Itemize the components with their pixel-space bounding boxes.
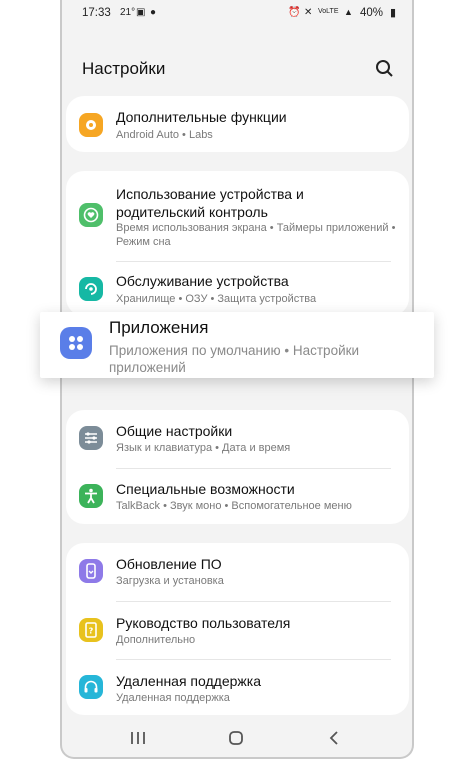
settings-item-title: Удаленная поддержка xyxy=(116,673,261,689)
settings-item-subtitle: Хранилище • ОЗУ • Защита устройства xyxy=(116,293,317,305)
svg-text:?: ? xyxy=(89,627,94,636)
settings-item-title: Руководство пользователя xyxy=(116,615,291,631)
manual-icon: ? xyxy=(79,618,103,642)
divider xyxy=(116,468,391,469)
settings-item-subtitle: Язык и клавиатура • Дата и время xyxy=(116,442,291,454)
volte-icon: VoLTE xyxy=(318,8,339,15)
settings-item-device-care[interactable]: Обслуживание устройства Хранилище • ОЗУ … xyxy=(66,263,409,313)
settings-item-title: Приложения xyxy=(109,318,209,337)
alarm-icon: ⏰ xyxy=(288,7,301,18)
settings-item-subtitle: Время использования экрана • Таймеры при… xyxy=(116,222,396,248)
settings-group-3: Общие настройки Язык и клавиатура • Дата… xyxy=(66,410,409,524)
divider xyxy=(116,261,391,262)
settings-item-subtitle: Загрузка и установка xyxy=(116,575,224,587)
sliders-icon xyxy=(79,426,103,450)
status-battery: 40% xyxy=(360,7,384,19)
status-temperature: 21° xyxy=(120,7,136,18)
status-bar: 17:33 21° ▣ ● ⏰ ✕ VoLTE ▲ 40% ▮ xyxy=(82,6,412,22)
settings-item-title: Использование устройства и родительский … xyxy=(116,186,304,220)
settings-item-title: Обслуживание устройства xyxy=(116,273,289,289)
settings-group-4: Обновление ПО Загрузка и установка ? Рук… xyxy=(66,543,409,715)
settings-group-1: Дополнительные функции Android Auto • La… xyxy=(66,96,409,152)
heart-circle-icon xyxy=(79,203,103,227)
photo-icon: ▣ xyxy=(136,7,146,18)
settings-item-software-update[interactable]: Обновление ПО Загрузка и установка xyxy=(66,543,409,599)
divider xyxy=(116,659,391,660)
headset-icon xyxy=(79,675,103,699)
accessibility-icon xyxy=(79,484,103,508)
battery-icon: ▮ xyxy=(390,7,397,19)
settings-item-title: Общие настройки xyxy=(116,423,233,439)
settings-item-subtitle: Удаленная поддержка xyxy=(116,692,230,704)
settings-group-2: Использование устройства и родительский … xyxy=(66,171,409,316)
settings-item-accessibility[interactable]: Специальные возможности TalkBack • Звук … xyxy=(66,470,409,522)
mute-icon: ✕ xyxy=(304,7,313,18)
settings-item-title: Обновление ПО xyxy=(116,556,222,572)
divider xyxy=(116,601,391,602)
settings-item-title: Специальные возможности xyxy=(116,481,295,497)
settings-item-remote-support[interactable]: Удаленная поддержка Удаленная поддержка xyxy=(66,661,409,715)
device-care-icon xyxy=(79,277,103,301)
page-title: Настройки xyxy=(82,59,166,78)
recents-icon[interactable] xyxy=(126,728,150,748)
settings-item-general-management[interactable]: Общие настройки Язык и клавиатура • Дата… xyxy=(66,410,409,466)
settings-item-subtitle: Android Auto • Labs xyxy=(116,129,213,141)
signal-icon: ▲ xyxy=(344,7,353,17)
search-icon[interactable] xyxy=(374,58,396,80)
home-icon[interactable] xyxy=(224,728,248,748)
back-icon[interactable] xyxy=(322,728,346,748)
navigation-bar xyxy=(62,722,412,756)
settings-item-subtitle: Дополнительно xyxy=(116,634,196,646)
settings-item-apps[interactable]: Приложения Приложения по умолчанию • Нас… xyxy=(40,312,434,378)
settings-item-subtitle: Приложения по умолчанию • Настройки прил… xyxy=(109,343,360,375)
plus-gear-icon xyxy=(79,113,103,137)
status-time: 17:33 xyxy=(82,7,111,19)
settings-item-subtitle: TalkBack • Звук моно • Вспомогательное м… xyxy=(116,500,352,512)
settings-item-digital-wellbeing[interactable]: Использование устройства и родительский … xyxy=(66,171,409,259)
apps-icon xyxy=(60,327,92,359)
update-icon xyxy=(79,559,103,583)
settings-item-title: Дополнительные функции xyxy=(116,109,287,125)
notification-icon: ● xyxy=(150,7,157,18)
settings-item-user-manual[interactable]: ? Руководство пользователя Дополнительно xyxy=(66,603,409,657)
settings-item-advanced-features[interactable]: Дополнительные функции Android Auto • La… xyxy=(66,96,409,152)
